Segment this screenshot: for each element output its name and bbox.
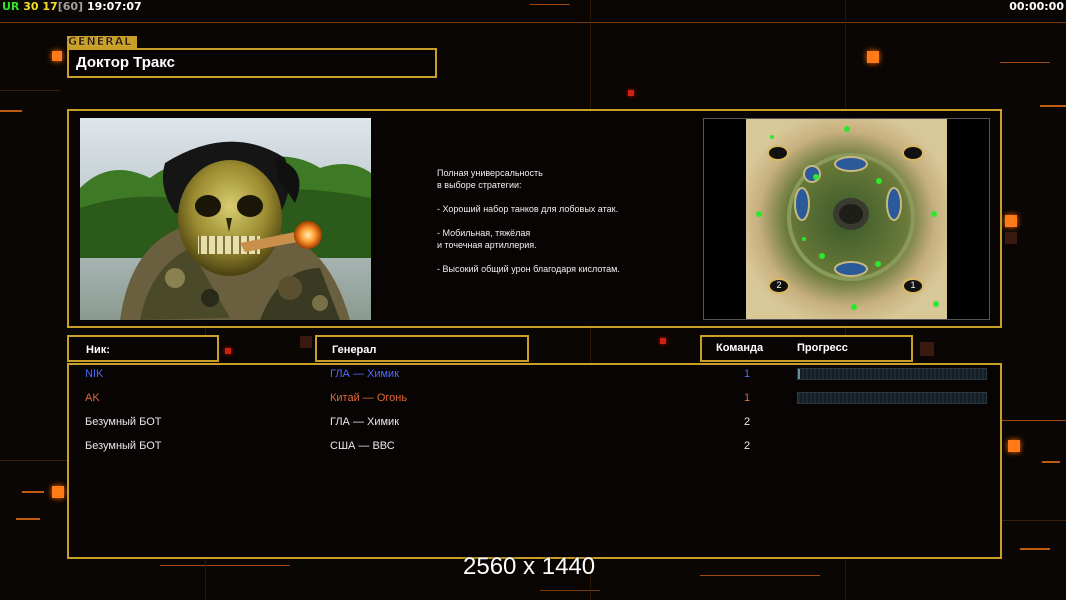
player-row[interactable]: Безумный БОТ ГЛА — Химик 2: [68, 410, 1000, 434]
game-timer: 00:00:00: [1009, 0, 1064, 13]
player-team[interactable]: 1: [744, 386, 750, 410]
skirmish-map-preview-icon: [746, 119, 947, 319]
player-general[interactable]: США — ВВС: [330, 434, 395, 458]
player-general[interactable]: ГЛА — Химик: [330, 362, 399, 386]
player-nick: Безумный БОТ: [85, 416, 162, 428]
player-row[interactable]: AK Китай — Огонь 1: [68, 386, 1000, 410]
header-general: Генерал: [332, 344, 377, 356]
player-general[interactable]: Китай — Огонь: [330, 386, 407, 410]
header-team: Команда: [716, 342, 764, 354]
player-row[interactable]: Безумный БОТ США — ВВС 2: [68, 434, 1000, 458]
header-team-progress-box: Команда Прогресс: [700, 335, 913, 362]
player-nick: NIK: [85, 368, 104, 380]
header-nick-box: Ник:: [67, 335, 219, 362]
map-start-marker-2: 2: [776, 280, 782, 290]
player-general[interactable]: ГЛА — Химик: [330, 410, 399, 434]
map-start-marker-1: 1: [910, 280, 916, 290]
player-progress-bar: [797, 368, 987, 380]
fps-value: 30: [23, 0, 39, 13]
general-tag: GENERAL: [67, 35, 137, 48]
header-progress: Прогресс: [797, 342, 848, 354]
hud-stats: UR 30 17[60] 19:07:07: [2, 0, 142, 13]
map-preview: 2 1: [703, 118, 990, 320]
player-nick: AK: [85, 392, 100, 404]
general-portrait: [80, 118, 371, 320]
logic-fps-value: 17: [42, 0, 58, 13]
player-progress-bar: [797, 392, 987, 404]
logic-fps-max: [60]: [57, 0, 84, 13]
skull-soldier-portrait-icon: [80, 118, 371, 320]
player-nick: Безумный БОТ: [85, 440, 162, 452]
general-name: Доктор Тракс: [76, 54, 175, 71]
header-general-box: Генерал: [315, 335, 529, 362]
resolution-label: 2560 x 1440: [463, 553, 596, 580]
player-team[interactable]: 2: [744, 434, 750, 458]
general-description: Полная универсальность в выборе стратеги…: [437, 168, 620, 274]
player-progress-fill: [798, 369, 800, 379]
ur-label: UR: [2, 0, 20, 13]
general-title-box: Доктор Тракс: [67, 48, 437, 78]
header-nick: Ник:: [86, 344, 110, 356]
player-team[interactable]: 1: [744, 362, 750, 386]
clock: 19:07:07: [86, 0, 142, 13]
player-team[interactable]: 2: [744, 410, 750, 434]
player-row[interactable]: NIK ГЛА — Химик 1: [68, 362, 1000, 386]
